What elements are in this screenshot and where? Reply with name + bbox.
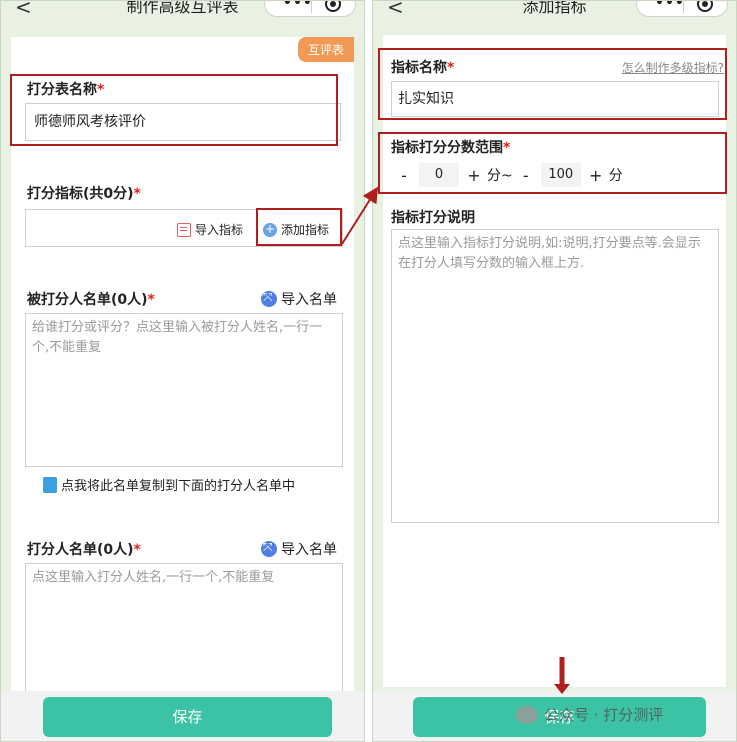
capsule-divider [311, 1, 312, 13]
nav-bar: < 制作高级互评表 ••• [1, 1, 364, 23]
close-target-icon[interactable] [325, 1, 341, 12]
wechat-icon [516, 705, 538, 724]
close-target-icon[interactable] [697, 1, 713, 12]
more-icon[interactable]: ••• [283, 1, 313, 11]
raters-label-text: 打分人名单(0人) [27, 542, 134, 558]
save-bar: 保存 [1, 691, 364, 741]
description-textarea[interactable]: 点这里输入指标打分说明,如:说明,打分要点等.会显示在打分人填写分数的输入框上方… [391, 229, 719, 523]
raters-textarea[interactable]: 点这里输入打分人姓名,一行一个,不能重复 [25, 563, 343, 703]
copy-icon [43, 476, 57, 493]
capsule-divider [683, 1, 684, 13]
watermark-text: 公众号 · 打分测评 [544, 706, 664, 724]
more-icon[interactable]: ••• [655, 1, 685, 11]
import-indicators-label: 导入指标 [195, 223, 244, 237]
raters-label: 打分人名单(0人)* [27, 539, 141, 559]
mini-program-capsule[interactable]: ••• [264, 1, 356, 17]
import-icon [261, 540, 277, 557]
import-raters-button[interactable]: 导入名单 [261, 539, 337, 559]
highlight-sheet-name [10, 74, 338, 146]
import-raters-label: 导入名单 [281, 542, 337, 558]
document-icon [177, 222, 191, 237]
import-ratees-label: 导入名单 [281, 292, 337, 308]
sheet-type-tag: 互评表 [297, 37, 354, 62]
required-mark: * [133, 186, 141, 202]
import-indicators-button[interactable]: 导入指标 [177, 221, 243, 238]
nav-bar: < 添加指标 ••• [373, 1, 736, 23]
indicators-label-text: 打分指标(共0分) [27, 186, 134, 202]
ratees-label-text: 被打分人名单(0人) [27, 292, 148, 308]
mini-program-capsule[interactable]: ••• [636, 1, 728, 17]
ratees-label: 被打分人名单(0人)* [27, 289, 155, 309]
watermark: 公众号 · 打分测评 [516, 704, 663, 725]
highlight-score-range [378, 132, 727, 194]
import-icon [261, 290, 277, 307]
copy-list-label: 点我将此名单复制到下面的打分人名单中 [61, 479, 296, 494]
ratees-textarea[interactable]: 给谁打分或评分？点这里输入被打分人姓名,一行一个,不能重复 [25, 313, 343, 467]
highlight-indicator-name [378, 48, 727, 120]
required-mark: * [133, 542, 141, 558]
indicators-label: 打分指标(共0分)* [27, 183, 141, 203]
highlight-add-indicator [256, 208, 342, 246]
required-mark: * [147, 292, 155, 308]
import-ratees-button[interactable]: 导入名单 [261, 289, 337, 309]
save-button[interactable]: 保存 [43, 697, 332, 737]
description-label: 指标打分说明 [391, 210, 475, 226]
copy-list-button[interactable]: 点我将此名单复制到下面的打分人名单中 [43, 475, 295, 494]
